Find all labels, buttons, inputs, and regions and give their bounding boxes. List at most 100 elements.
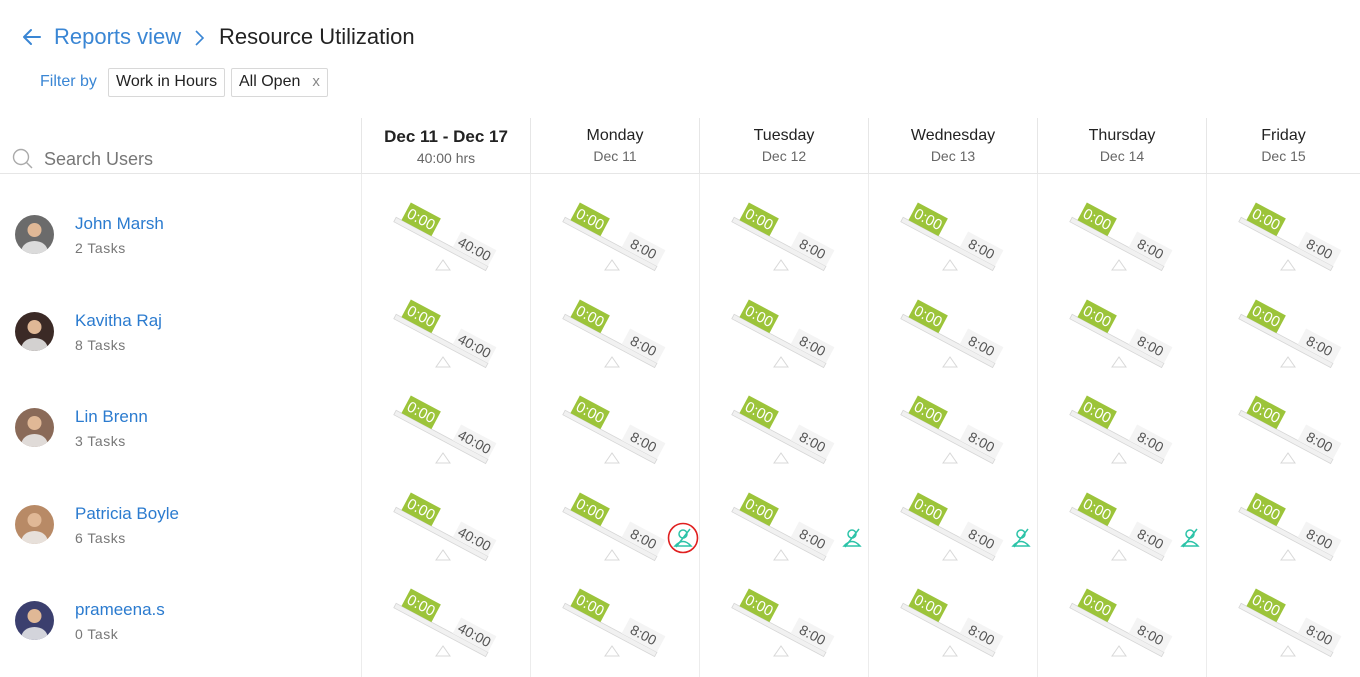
page-title: Resource Utilization [219,24,415,49]
day-utilization-cell[interactable]: 0:00 8:00 [699,202,867,298]
day-column-header: Monday Dec 11 [530,118,699,174]
utilization-balance-icon: 0:008:00 [900,299,1004,369]
user-task-count: 2 Tasks [75,240,126,256]
week-utilization-cell[interactable]: 0:00 40:00 [361,202,529,298]
user-task-count: 0 Task [75,626,119,642]
avatar [15,215,54,254]
day-utilization-cell[interactable]: 0:00 8:00 [530,588,698,677]
utilization-balance-icon: 0:008:00 [1069,202,1173,272]
filter-chip-all-open[interactable]: All Open x [231,68,328,97]
utilization-balance-icon: 0:008:00 [731,202,835,272]
utilization-balance-icon: 0:008:00 [731,588,835,658]
week-utilization-cell[interactable]: 0:00 40:00 [361,395,529,491]
day-utilization-cell[interactable]: 0:00 8:00 [868,588,1036,677]
column-title: Tuesday [753,127,815,144]
day-utilization-cell[interactable]: 0:00 8:00 [868,395,1036,491]
user-row: Lin Brenn 3 Tasks [0,367,361,463]
avatar [15,601,54,640]
chip-close-icon[interactable]: x [312,73,320,90]
person-photo-icon [21,223,48,254]
user-row: John Marsh 2 Tasks [0,174,361,270]
utilization-grid: Dec 11 - Dec 17 40:00 hrs Monday Dec 11 Tues… [0,118,1360,677]
user-name-link[interactable]: Patricia Boyle [75,504,179,524]
utilization-balance-icon: 0:008:00 [900,202,1004,272]
utilization-balance-icon: 0:008:00 [1069,299,1173,369]
user-row: Kavitha Raj 8 Tasks [0,271,361,367]
week-utilization-cell[interactable]: 0:00 40:00 [361,299,529,395]
avatar [15,408,54,447]
user-name-link[interactable]: Lin Brenn [75,407,148,427]
chevron-right-icon [195,30,205,46]
person-photo-icon [21,320,48,351]
day-utilization-cell[interactable]: 0:00 8:00 [530,202,698,298]
column-subtitle: Dec 14 [1099,148,1145,164]
day-utilization-cell[interactable]: 0:00 8:00 [699,588,867,677]
column-title: Thursday [1088,127,1156,144]
utilization-balance-icon: 0:008:00 [1238,492,1342,562]
utilization-balance-icon: 0:008:00 [1069,395,1173,465]
utilization-balance-icon: 0:0040:00 [393,299,497,369]
filter-label: Filter by [40,73,97,90]
column-subtitle: Dec 13 [930,148,976,164]
utilization-balance-icon: 0:0040:00 [393,395,497,465]
day-utilization-cell[interactable]: 0:00 8:00 [530,395,698,491]
day-utilization-cell[interactable]: 0:00 8:00 [1206,492,1360,588]
back-arrow-icon[interactable] [22,26,42,48]
utilization-balance-icon: 0:0040:00 [393,202,497,272]
utilization-balance-icon: 0:0040:00 [393,492,497,562]
day-column-header: Thursday Dec 14 [1037,118,1206,174]
day-utilization-cell[interactable]: 0:00 8:00 [1037,588,1205,677]
day-utilization-cell[interactable]: 0:00 8:00 [1206,395,1360,491]
user-unavailable-icon[interactable] [1005,522,1037,554]
breadcrumb-reports-view[interactable]: Reports view [54,24,181,50]
user-name-link[interactable]: Kavitha Raj [75,311,162,331]
user-name-link[interactable]: John Marsh [75,214,164,234]
day-utilization-cell[interactable]: 0:00 8:00 [1206,588,1360,677]
utilization-balance-icon: 0:008:00 [900,492,1004,562]
day-utilization-cell[interactable]: 0:00 8:00 [699,395,867,491]
user-unavailable-icon[interactable] [667,522,699,554]
day-utilization-cell[interactable]: 0:00 8:00 [699,299,867,395]
search-icon [12,148,33,169]
day-utilization-cell[interactable]: 0:00 8:00 [1037,299,1205,395]
day-column-header: Tuesday Dec 12 [699,118,868,174]
user-name-link[interactable]: prameena.s [75,600,165,620]
column-title: Friday [1261,127,1306,144]
day-utilization-cell[interactable]: 0:00 8:00 [1206,202,1360,298]
utilization-balance-icon: 0:008:00 [731,492,835,562]
day-utilization-cell[interactable]: 0:00 8:00 [530,299,698,395]
search-box [0,118,361,174]
day-utilization-cell[interactable]: 0:00 8:00 [1037,202,1205,298]
utilization-balance-icon: 0:008:00 [1069,588,1173,658]
day-utilization-cell[interactable]: 0:00 8:00 [868,202,1036,298]
day-column-header: Friday Dec 15 [1206,118,1360,174]
utilization-balance-icon: 0:008:00 [1238,588,1342,658]
column-title: Monday [586,127,644,144]
week-utilization-cell[interactable]: 0:00 40:00 [361,492,529,588]
user-unavailable-icon[interactable] [836,522,868,554]
avatar [15,505,54,544]
utilization-balance-icon: 0:008:00 [562,492,666,562]
user-row: Patricia Boyle 6 Tasks [0,464,361,560]
person-photo-icon [21,416,48,447]
column-subtitle: 40:00 hrs [416,150,476,166]
day-utilization-cell[interactable]: 0:00 8:00 [1037,395,1205,491]
column-subtitle: Dec 11 [593,148,637,164]
day-utilization-cell[interactable]: 0:00 8:00 [868,299,1036,395]
filter-chip-work-in-hours[interactable]: Work in Hours [108,68,226,97]
utilization-balance-icon: 0:008:00 [562,395,666,465]
week-utilization-cell[interactable]: 0:00 40:00 [361,588,529,677]
person-photo-icon [21,513,48,544]
utilization-balance-icon: 0:008:00 [562,299,666,369]
utilization-balance-icon: 0:008:00 [731,299,835,369]
column-subtitle: Dec 12 [761,148,807,164]
user-task-count: 6 Tasks [75,530,126,546]
utilization-balance-icon: 0:008:00 [562,588,666,658]
page-header: Reports view Resource Utilization Filter… [0,0,1360,118]
user-unavailable-icon[interactable] [1174,522,1206,554]
utilization-balance-icon: 0:008:00 [1238,395,1342,465]
day-utilization-cell[interactable]: 0:00 8:00 [1206,299,1360,395]
utilization-balance-icon: 0:008:00 [1238,299,1342,369]
person-photo-icon [21,609,48,640]
search-input[interactable] [44,145,344,173]
